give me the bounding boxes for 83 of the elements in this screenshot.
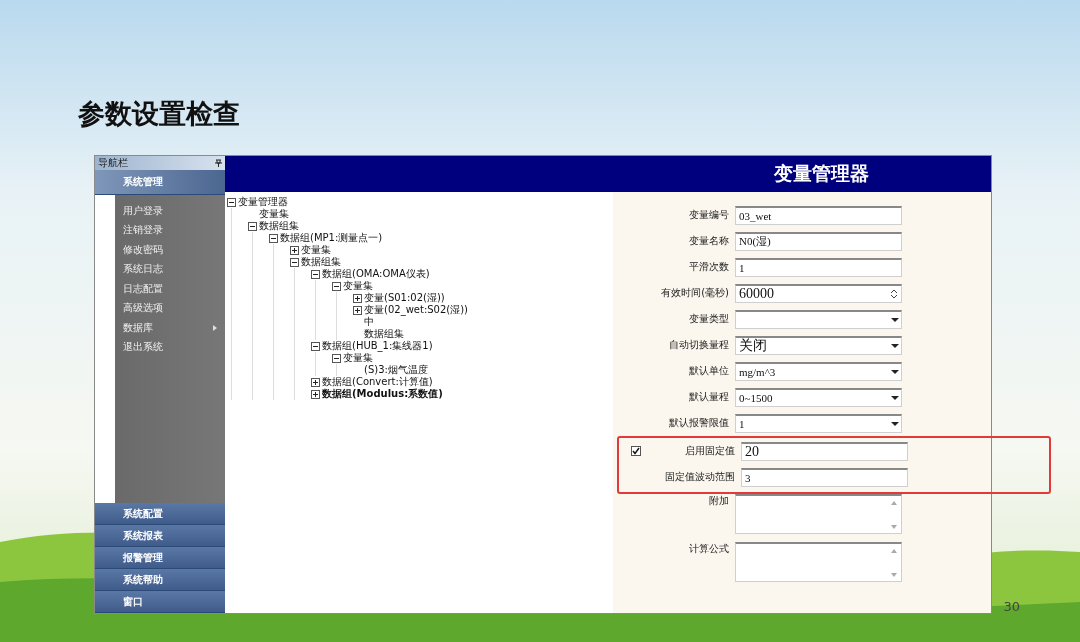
tree-node[interactable]: 数据组集 — [259, 219, 299, 233]
tree-node[interactable]: 变量集 — [259, 207, 289, 221]
nav-item[interactable]: 系统日志 — [123, 259, 225, 279]
caret-icon — [891, 420, 899, 427]
field-label: 有效时间(毫秒) — [661, 286, 729, 300]
panel-title: 导航栏 — [98, 156, 128, 170]
tree-node[interactable]: (S)3:烟气温度 — [364, 363, 428, 377]
tree-node[interactable]: 变量集 — [343, 279, 373, 293]
field-label: 默认单位 — [689, 364, 729, 378]
nav-item[interactable]: 修改密码 — [123, 240, 225, 260]
caret-icon — [891, 316, 899, 323]
expand-icon[interactable] — [290, 245, 299, 255]
field-label: 自动切换量程 — [669, 338, 729, 352]
caret-icon — [891, 342, 899, 349]
nav-item[interactable]: 用户登录 — [123, 201, 225, 221]
page-number: 30 — [1003, 599, 1020, 614]
slide-title: 参数设置检查 — [78, 97, 241, 131]
collapse-icon[interactable] — [332, 353, 341, 363]
nav-section[interactable]: 系统管理 — [95, 170, 225, 195]
submenu-arrow-icon — [213, 324, 217, 331]
tree-node[interactable]: 变量管理器 — [238, 195, 288, 209]
field-label: 默认报警限值 — [669, 416, 729, 430]
nav-item[interactable]: 数据库 — [123, 318, 225, 338]
collapse-icon[interactable] — [332, 281, 341, 291]
text-area[interactable] — [735, 494, 902, 534]
field-label: 附加 — [709, 494, 729, 508]
nav-section[interactable]: 报警管理 — [95, 547, 225, 569]
dropdown-field[interactable]: 1 — [735, 413, 902, 433]
collapse-icon[interactable] — [227, 197, 236, 207]
tree-node[interactable]: 数据组集 — [301, 255, 341, 269]
nav-section[interactable]: 系统帮助 — [95, 569, 225, 591]
field-label: 变量编号 — [689, 208, 729, 222]
expand-icon[interactable] — [353, 293, 362, 303]
pin-icon[interactable] — [215, 159, 222, 167]
collapse-icon[interactable] — [290, 257, 299, 267]
nav-item[interactable]: 日志配置 — [123, 279, 225, 299]
collapse-icon[interactable] — [269, 233, 278, 243]
tree-node[interactable]: 数据组(Modulus:系数值) — [322, 387, 443, 401]
field-label: 变量名称 — [689, 234, 729, 248]
expand-icon[interactable] — [311, 377, 320, 387]
field-label: 默认量程 — [689, 390, 729, 404]
field-label: 变量类型 — [689, 312, 729, 326]
collapse-icon[interactable] — [311, 341, 320, 351]
window-title: 变量管理器 — [774, 161, 869, 186]
dropdown-field[interactable]: 关闭 — [735, 335, 902, 355]
expand-icon[interactable] — [353, 305, 362, 315]
nav-item[interactable]: 退出系统 — [123, 337, 225, 357]
expand-icon[interactable] — [311, 389, 320, 399]
tree-node[interactable]: 数据组(MP1:测量点一) — [280, 231, 383, 245]
input-field[interactable]: 20 — [741, 441, 908, 461]
tree-node[interactable]: 数据组(Convert:计算值) — [322, 375, 433, 389]
input-field[interactable]: 1 — [735, 257, 902, 277]
collapse-icon[interactable] — [311, 269, 320, 279]
collapse-icon[interactable] — [248, 221, 257, 231]
tree-node[interactable]: 变量(02_wet:S02(湿)) — [364, 303, 469, 317]
tree-node[interactable]: 数据组集 — [364, 327, 404, 341]
input-field[interactable]: 3 — [741, 467, 908, 487]
tree-node[interactable]: 数据组(OMA:OMA仪表) — [322, 267, 430, 281]
nav-section[interactable]: 系统报表 — [95, 525, 225, 547]
spin-buttons-icon[interactable] — [888, 287, 899, 300]
tree-node[interactable]: 数据组(HUB_1:集线器1) — [322, 339, 433, 353]
tree-node[interactable]: 变量(S01:02(湿)) — [364, 291, 445, 305]
field-label: 平滑次数 — [689, 260, 729, 274]
nav-section[interactable]: 系统配置 — [95, 503, 225, 525]
dropdown-field[interactable] — [735, 309, 902, 329]
field-label: 启用固定值 — [685, 444, 735, 458]
text-area[interactable] — [735, 542, 902, 582]
field-label: 固定值波动范围 — [665, 470, 735, 484]
nav-item[interactable]: 注销登录 — [123, 220, 225, 240]
checkbox[interactable] — [631, 446, 641, 456]
caret-icon — [891, 368, 899, 375]
input-field[interactable]: 03_wet — [735, 205, 902, 225]
spin-field[interactable]: 60000 — [735, 283, 902, 303]
input-field[interactable]: N0(湿) — [735, 231, 902, 251]
dropdown-field[interactable]: mg/m^3 — [735, 361, 902, 381]
nav-section[interactable]: 窗口 — [95, 591, 225, 613]
tree-node[interactable]: 中 — [364, 315, 374, 329]
dropdown-field[interactable]: 0~1500 — [735, 387, 902, 407]
tree-node[interactable]: 变量集 — [343, 351, 373, 365]
caret-icon — [891, 394, 899, 401]
nav-item[interactable]: 高级选项 — [123, 298, 225, 318]
field-label: 计算公式 — [689, 542, 729, 556]
tree-node[interactable]: 变量集 — [301, 243, 331, 257]
